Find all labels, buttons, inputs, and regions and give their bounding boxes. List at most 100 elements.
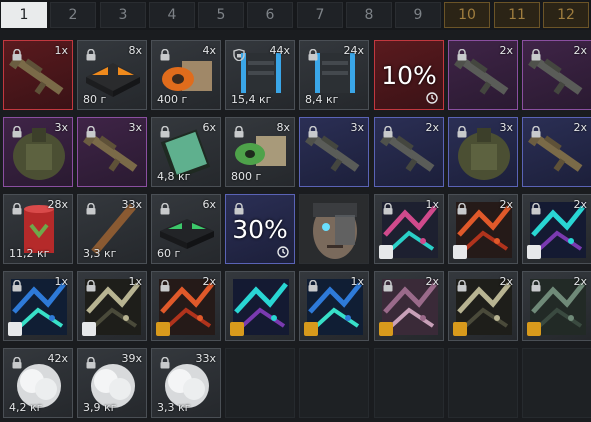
inventory-slot[interactable]: [225, 271, 295, 341]
item-quantity: 2x: [573, 198, 587, 211]
inventory-slot[interactable]: 1x: [299, 271, 369, 341]
lock-icon: [457, 280, 467, 292]
progress-percent: 30%: [232, 215, 288, 244]
item-quantity: 33x: [121, 198, 142, 211]
lock-icon: [12, 126, 22, 138]
inventory-slot[interactable]: 10%: [374, 40, 444, 110]
lock-icon: [160, 49, 170, 61]
tab-1[interactable]: 1: [1, 2, 47, 28]
tab-6[interactable]: 6: [247, 2, 293, 28]
empty-slot: [522, 348, 591, 418]
lock-icon: [160, 280, 170, 292]
inventory-slot[interactable]: 28x 11,2 кг: [3, 194, 73, 264]
paint-badge-icon: [453, 245, 467, 259]
tab-4[interactable]: 4: [149, 2, 195, 28]
inventory-slot[interactable]: 39x 3,9 кг: [77, 348, 147, 418]
inventory-slot[interactable]: 33x 3,3 кг: [77, 194, 147, 264]
item-quantity: 2x: [573, 44, 587, 57]
tab-10[interactable]: 10: [444, 2, 490, 28]
inventory-slot[interactable]: 2x: [448, 271, 518, 341]
item-quantity: 44x: [269, 44, 290, 57]
item-weight: 11,2 кг: [9, 247, 50, 260]
item-quantity: 3x: [128, 121, 142, 134]
inventory-slot[interactable]: 6x 60 г: [151, 194, 221, 264]
lock-icon: [86, 126, 96, 138]
inventory-slot[interactable]: 2x: [374, 117, 444, 187]
lock-icon: [12, 49, 22, 61]
item-quantity: 2x: [425, 275, 439, 288]
tab-7[interactable]: 7: [297, 2, 343, 28]
gold-badge-icon: [304, 322, 318, 336]
inventory-slot[interactable]: 30%: [225, 194, 295, 264]
clock-icon: [277, 246, 289, 258]
inventory-slot[interactable]: 33x 3,3 кг: [151, 348, 221, 418]
inventory-slot[interactable]: 6x 4,8 кг: [151, 117, 221, 187]
lock-icon: [308, 49, 318, 61]
inventory-slot[interactable]: 44x 15,4 кг: [225, 40, 295, 110]
lock-icon: [531, 280, 541, 292]
item-weight: 3,9 кг: [83, 401, 117, 414]
lock-icon: [12, 280, 22, 292]
inventory-slot[interactable]: 1x: [77, 271, 147, 341]
item-quantity: 33x: [195, 352, 216, 365]
lock-icon: [86, 49, 96, 61]
inventory-slot[interactable]: 2x: [522, 194, 591, 264]
inventory-slot[interactable]: 2x: [448, 40, 518, 110]
inventory-slot[interactable]: 24x 8,4 кг: [299, 40, 369, 110]
item-weight: 4,8 кг: [157, 170, 191, 183]
tab-8[interactable]: 8: [346, 2, 392, 28]
tab-3[interactable]: 3: [100, 2, 146, 28]
item-weight: 3,3 кг: [157, 401, 191, 414]
item-quantity: 2x: [425, 121, 439, 134]
lock-icon: [234, 203, 244, 215]
inventory-slot[interactable]: 3x: [448, 117, 518, 187]
tab-5[interactable]: 5: [198, 2, 244, 28]
lock-icon: [86, 203, 96, 215]
inventory-slot[interactable]: [299, 194, 369, 264]
lock-icon: [12, 357, 22, 369]
paint-badge-icon: [527, 245, 541, 259]
paint-badge-icon: [8, 322, 22, 336]
lock-icon: [234, 126, 244, 138]
item-quantity: 2x: [499, 198, 513, 211]
inventory-slot[interactable]: 3x: [3, 117, 73, 187]
inventory-slot[interactable]: 1x: [3, 271, 73, 341]
item-quantity: 3x: [350, 121, 364, 134]
inventory-grid: 1x 8x 80 г 4x 400 г 44x 15,4 кг 24x 8,4 кг 10% 2x 2…: [0, 38, 591, 422]
paint-badge-icon: [82, 322, 96, 336]
item-quantity: 2x: [202, 275, 216, 288]
lock-icon: [160, 203, 170, 215]
inventory-slot[interactable]: 2x: [522, 271, 591, 341]
inventory-slot[interactable]: 8x 80 г: [77, 40, 147, 110]
inventory-slot[interactable]: 2x: [151, 271, 221, 341]
inventory-slot[interactable]: 2x: [522, 40, 591, 110]
inventory-slot[interactable]: 3x: [77, 117, 147, 187]
item-weight: 80 г: [83, 93, 107, 106]
item-quantity: 6x: [202, 198, 216, 211]
lock-icon: [160, 357, 170, 369]
inventory-slot[interactable]: 1x: [3, 40, 73, 110]
cyborg-face-icon: [300, 195, 368, 263]
inventory-slot[interactable]: 42x 4,2 кг: [3, 348, 73, 418]
tab-9[interactable]: 9: [395, 2, 441, 28]
lock-icon: [86, 280, 96, 292]
inventory-slot[interactable]: 8x 800 г: [225, 117, 295, 187]
item-quantity: 42x: [47, 352, 68, 365]
tab-2[interactable]: 2: [50, 2, 96, 28]
lock-icon: [531, 126, 541, 138]
inventory-slot[interactable]: 4x 400 г: [151, 40, 221, 110]
empty-slot: [374, 348, 444, 418]
item-quantity: 2x: [573, 275, 587, 288]
gold-badge-icon: [230, 322, 244, 336]
shield-icon: [233, 49, 245, 61]
tab-11[interactable]: 11: [494, 2, 540, 28]
inventory-slot[interactable]: 2x: [522, 117, 591, 187]
inventory-slot[interactable]: 2x: [374, 271, 444, 341]
item-weight: 15,4 кг: [231, 93, 272, 106]
item-quantity: 4x: [202, 44, 216, 57]
inventory-slot[interactable]: 1x: [374, 194, 444, 264]
inventory-slot[interactable]: 2x: [448, 194, 518, 264]
lock-icon: [383, 203, 393, 215]
inventory-slot[interactable]: 3x: [299, 117, 369, 187]
tab-12[interactable]: 12: [543, 2, 589, 28]
